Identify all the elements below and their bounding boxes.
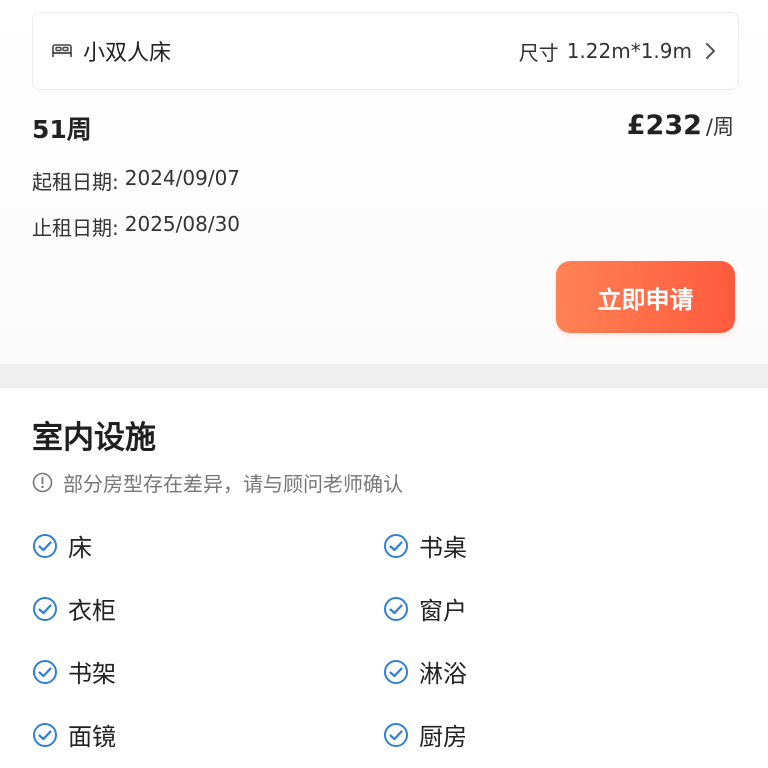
lease-end-row: 止租日期: 2025/08/30 <box>32 212 240 241</box>
check-circle-icon <box>32 596 58 622</box>
check-circle-icon <box>383 596 409 622</box>
facilities-section: 室内设施 部分房型存在差异，请与顾问老师确认 床 书桌 衣柜 窗户 书架 淋浴 <box>0 388 768 768</box>
lease-end-label: 止租日期: <box>32 216 119 240</box>
notice-text: 部分房型存在差异，请与顾问老师确认 <box>63 472 403 496</box>
lease-start-row: 起租日期: 2024/09/07 <box>32 166 240 195</box>
room-size-label: 尺寸 <box>518 40 559 65</box>
facility-label: 床 <box>68 534 92 562</box>
info-icon <box>32 472 53 493</box>
facility-label: 书桌 <box>419 534 467 562</box>
facility-item: 书桌 <box>383 528 467 563</box>
facility-label: 书架 <box>68 660 116 688</box>
facility-item: 淋浴 <box>383 654 467 689</box>
lease-start-date: 2024/09/07 <box>124 166 241 190</box>
facility-item: 窗户 <box>383 591 467 626</box>
facility-item: 床 <box>32 528 92 563</box>
facility-label: 窗户 <box>419 597 467 625</box>
room-detail-section: 小双人床 尺寸 1.22m*1.9m 51周 £232 /周 起租日期: 202… <box>0 0 768 364</box>
bed-icon <box>51 40 73 62</box>
facility-label: 淋浴 <box>419 660 467 688</box>
facility-label: 厨房 <box>419 723 467 751</box>
facility-item: 衣柜 <box>32 591 116 626</box>
facility-label: 面镜 <box>68 723 116 751</box>
section-divider <box>0 364 768 388</box>
weekly-price: £232 /周 <box>627 110 734 141</box>
check-circle-icon <box>32 722 58 748</box>
facilities-title: 室内设施 <box>32 420 156 456</box>
room-size-value: 1.22m*1.9m <box>566 39 692 63</box>
price-amount: £232 <box>626 110 702 141</box>
room-type-selector[interactable]: 小双人床 尺寸 1.22m*1.9m <box>32 12 739 90</box>
check-circle-icon <box>32 659 58 685</box>
facility-item: 书架 <box>32 654 116 689</box>
facility-label: 衣柜 <box>68 597 116 625</box>
lease-start-label: 起租日期: <box>32 170 119 194</box>
room-size: 尺寸 1.22m*1.9m <box>519 37 718 66</box>
apply-now-button[interactable]: 立即申请 <box>556 261 735 333</box>
check-circle-icon <box>32 533 58 559</box>
lease-end-date: 2025/08/30 <box>124 212 241 236</box>
facility-item: 面镜 <box>32 717 116 752</box>
check-circle-icon <box>383 533 409 559</box>
lease-weeks: 51周 <box>32 115 92 144</box>
facilities-notice: 部分房型存在差异，请与顾问老师确认 <box>32 468 403 497</box>
chevron-right-icon[interactable] <box>704 42 718 60</box>
facility-item: 厨房 <box>383 717 467 752</box>
room-type-name: 小双人床 <box>83 41 172 66</box>
check-circle-icon <box>383 659 409 685</box>
check-circle-icon <box>383 722 409 748</box>
price-unit: /周 <box>705 115 734 139</box>
